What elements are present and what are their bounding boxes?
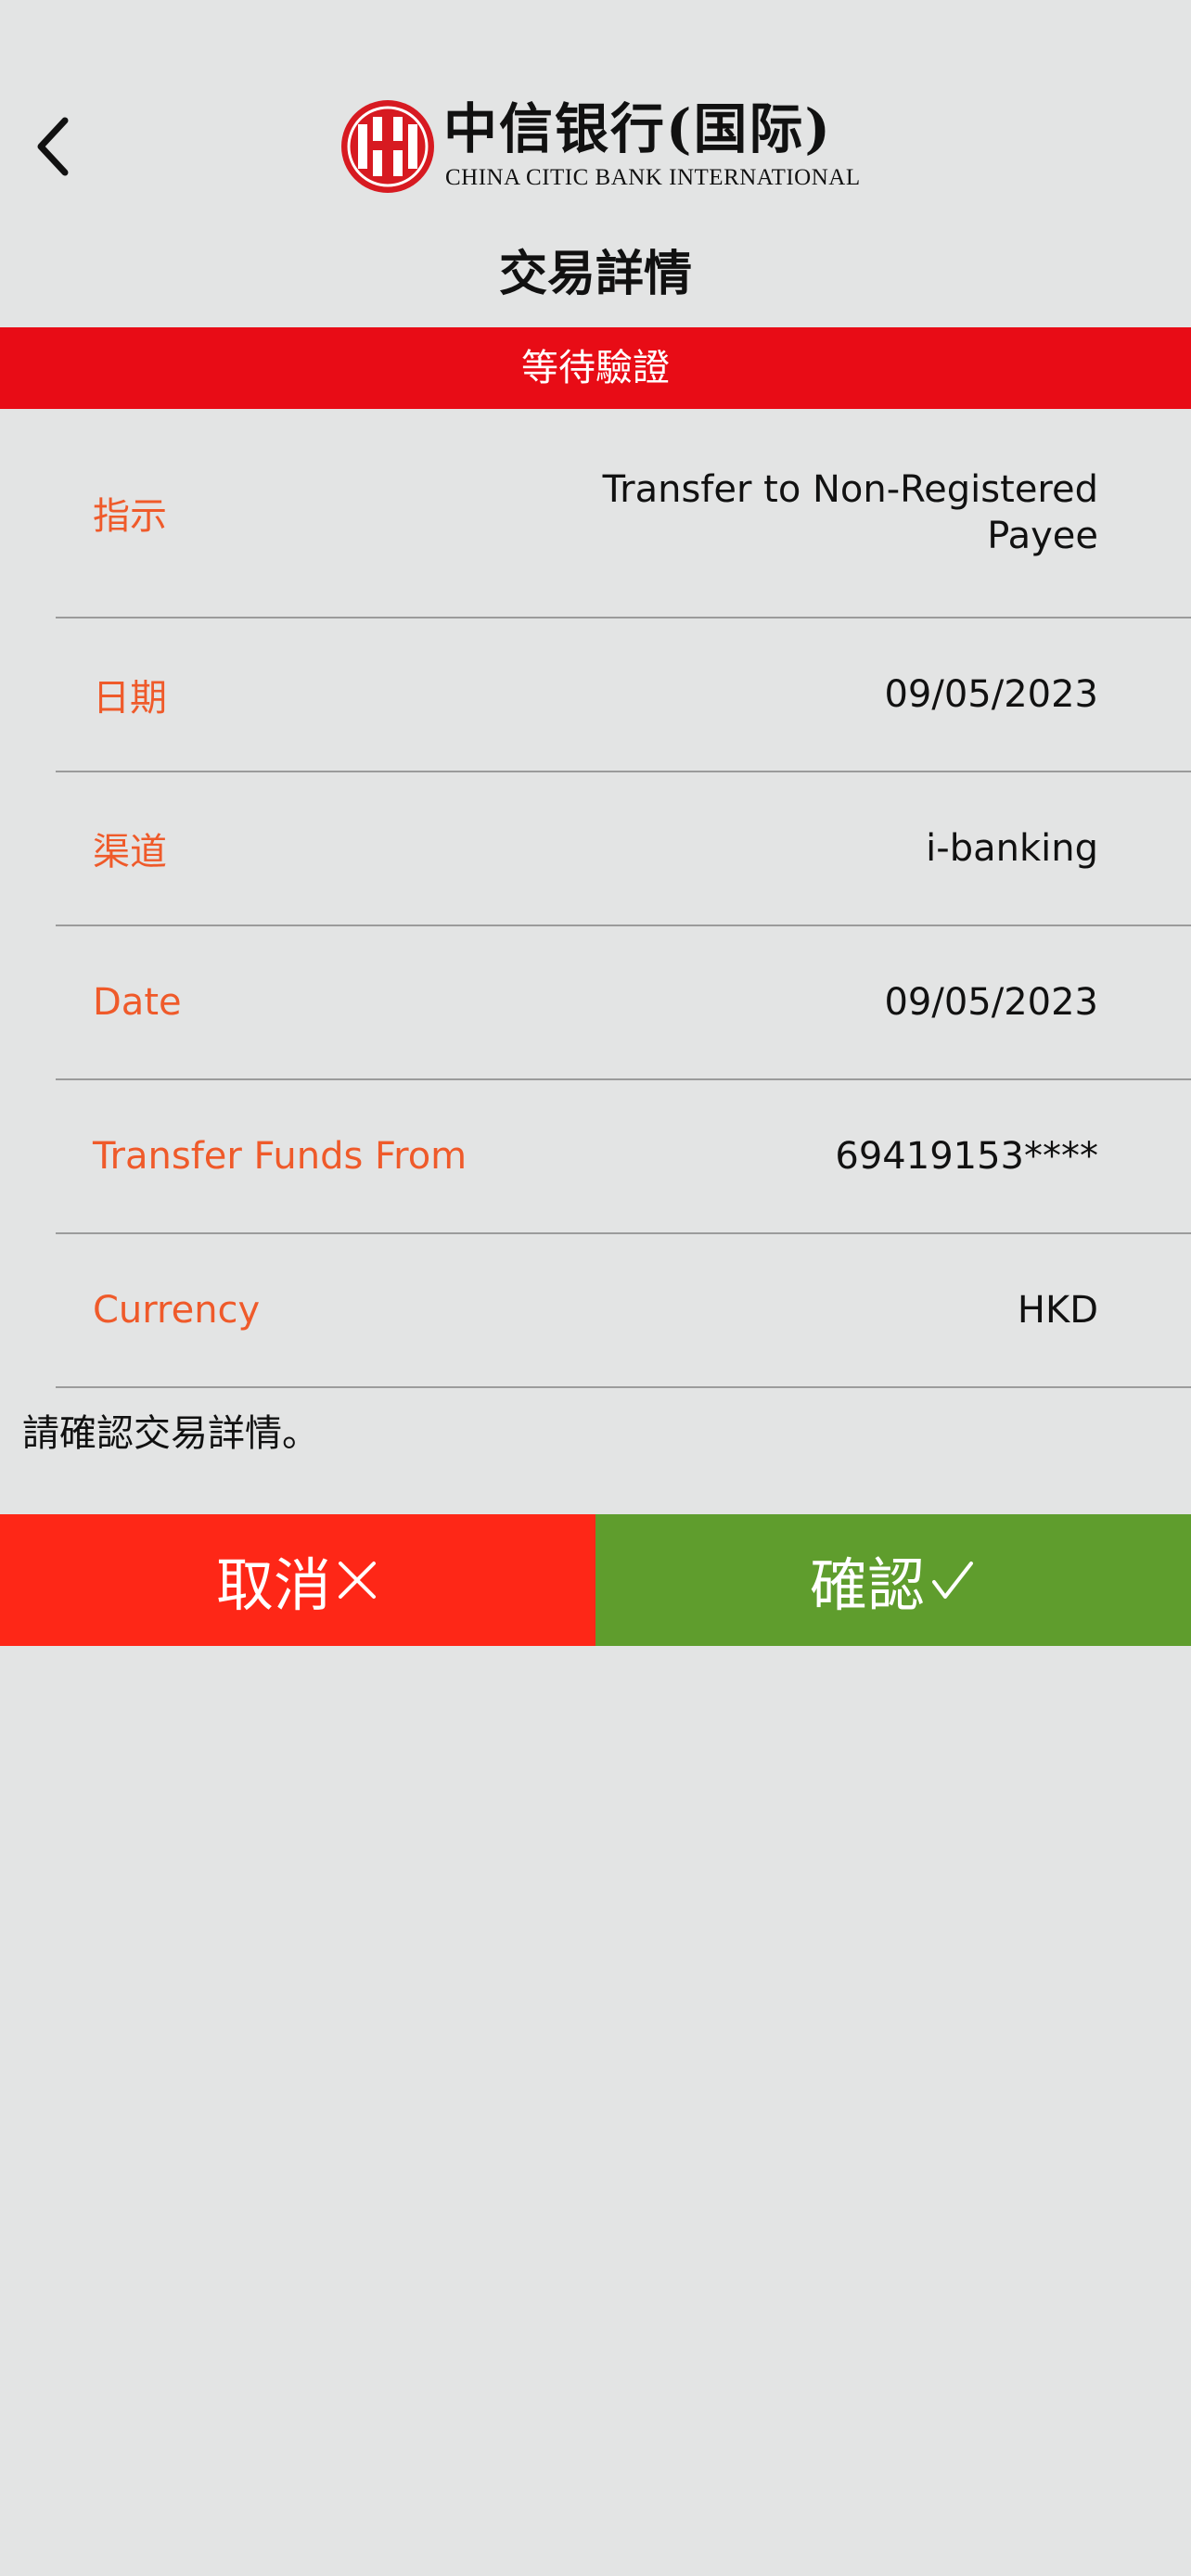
cancel-label: 取消	[215, 1551, 331, 1619]
detail-row-date-cn: 日期 09/05/2023	[56, 618, 1191, 772]
confirm-button[interactable]: 確認	[596, 1514, 1191, 1646]
detail-row-transfer-from: Transfer Funds From 69419153****	[56, 1080, 1191, 1234]
transaction-details: 指示 Transfer to Non-Registered Payee 日期 0…	[0, 409, 1191, 1388]
bank-name-cn: 中信银行(国际)	[443, 97, 832, 160]
detail-label: Transfer Funds From	[93, 1135, 467, 1178]
detail-label: Date	[93, 981, 182, 1024]
detail-label: 渠道	[93, 831, 167, 874]
cancel-button[interactable]: 取消	[0, 1514, 596, 1646]
detail-row-channel: 渠道 i-banking	[56, 772, 1191, 926]
back-button[interactable]	[26, 109, 78, 184]
detail-row-currency: Currency HKD	[56, 1234, 1191, 1388]
detail-value: 09/05/2023	[884, 981, 1098, 1024]
checkmark-icon	[928, 1558, 977, 1602]
detail-label: 指示	[93, 495, 167, 538]
detail-value: 09/05/2023	[884, 673, 1098, 716]
detail-value: Transfer to Non-Registered Payee	[602, 468, 1098, 557]
confirm-prompt: 請確認交易詳情。	[22, 1412, 319, 1455]
detail-value: 69419153****	[835, 1135, 1098, 1178]
page-title: 交易詳情	[498, 247, 692, 302]
action-bar: 取消 確認	[0, 1514, 1191, 1646]
confirm-label: 確認	[809, 1551, 925, 1619]
detail-value: HKD	[1017, 1289, 1098, 1332]
chevron-left-icon	[37, 117, 69, 176]
close-icon	[335, 1558, 379, 1602]
detail-row-instruction: 指示 Transfer to Non-Registered Payee	[56, 409, 1191, 618]
citic-logo-icon	[341, 100, 434, 193]
detail-label: Currency	[93, 1289, 261, 1332]
bank-name-en: CHINA CITIC BANK INTERNATIONAL	[445, 165, 861, 190]
detail-value: i-banking	[926, 827, 1098, 870]
bank-logo: 中信银行(国际) CHINA CITIC BANK INTERNATIONAL	[339, 97, 860, 198]
detail-label: 日期	[93, 677, 167, 720]
app-header: 中信银行(国际) CHINA CITIC BANK INTERNATIONAL	[0, 0, 1191, 223]
status-banner: 等待驗證	[0, 327, 1191, 409]
detail-row-date: Date 09/05/2023	[56, 926, 1191, 1080]
